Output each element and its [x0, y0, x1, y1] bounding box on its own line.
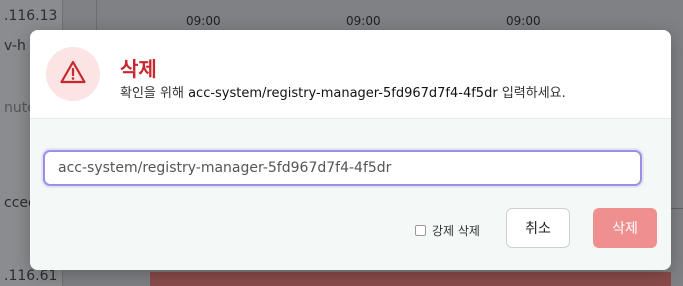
- dialog-body: 강제 삭제 취소 삭제: [30, 119, 671, 270]
- background-status-text: ccee: [4, 195, 30, 211]
- background-ip-text: .116.13: [4, 8, 58, 24]
- dialog-header: 삭제 확인을 위해 acc-system/registry-manager-5f…: [30, 30, 671, 119]
- background-minute-text: nute: [4, 100, 30, 116]
- cancel-button[interactable]: 취소: [506, 208, 570, 248]
- delete-button[interactable]: 삭제: [593, 208, 657, 248]
- delete-confirm-dialog: 삭제 확인을 위해 acc-system/registry-manager-5f…: [30, 30, 671, 270]
- force-delete-option[interactable]: 강제 삭제: [415, 222, 480, 239]
- dialog-title: 삭제: [120, 57, 157, 81]
- subtitle-suffix: 입력하세요.: [501, 86, 566, 101]
- confirm-name-input[interactable]: [43, 150, 642, 186]
- background-time-label: 09:00: [346, 14, 381, 28]
- background-time-label: 09:00: [506, 14, 541, 28]
- background-host-text: v-h: [4, 38, 26, 54]
- subtitle-target-name: acc-system/registry-manager-5fd967d7f4-4…: [188, 86, 498, 101]
- background-bar: [150, 272, 671, 286]
- background-divider: [96, 0, 97, 30]
- warning-triangle-icon: [60, 60, 86, 88]
- force-delete-label: 강제 삭제: [432, 224, 480, 238]
- background-ip-text: .116.61: [4, 268, 58, 284]
- force-delete-checkbox[interactable]: [415, 225, 426, 236]
- subtitle-prefix: 확인을 위해: [120, 86, 184, 101]
- background-time-label: 09:00: [186, 14, 221, 28]
- dialog-subtitle: 확인을 위해 acc-system/registry-manager-5fd96…: [120, 82, 566, 101]
- warning-icon-badge: [46, 47, 100, 101]
